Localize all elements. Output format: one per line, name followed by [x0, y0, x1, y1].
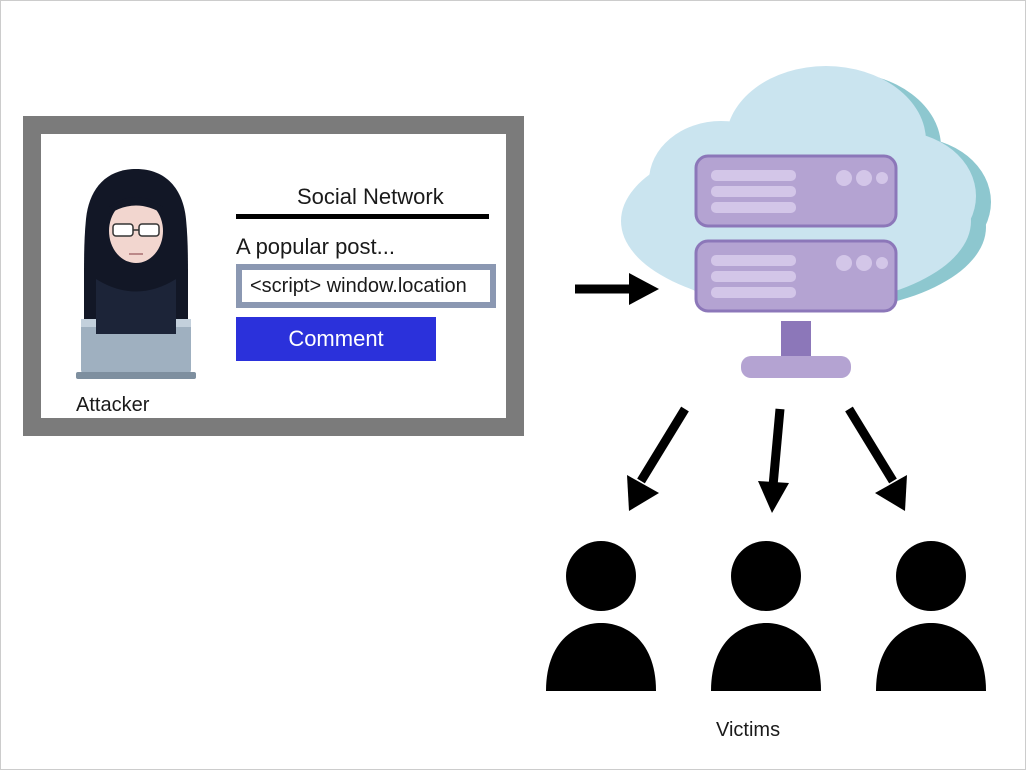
social-network-title: Social Network — [297, 184, 444, 210]
comment-button[interactable]: Comment — [236, 317, 436, 361]
title-underline — [236, 214, 489, 219]
comment-input[interactable]: <script> window.location — [236, 264, 496, 308]
arrow-down-icon — [756, 401, 796, 526]
attacker-panel: Attacker Social Network A popular post..… — [23, 116, 524, 436]
victims-label: Victims — [716, 719, 780, 742]
user-icon — [696, 531, 836, 691]
comment-button-label: Comment — [288, 326, 383, 352]
user-icon — [531, 531, 671, 691]
comment-input-value: <script> window.location — [250, 275, 467, 298]
attacker-label: Attacker — [76, 394, 149, 417]
victims-group — [531, 531, 1001, 701]
arrow-down-right-icon — [831, 399, 921, 524]
post-title: A popular post... — [236, 234, 395, 260]
user-icon — [861, 531, 1001, 691]
arrow-down-left-icon — [613, 399, 703, 524]
attacker-icon — [51, 159, 221, 379]
cloud-server-icon — [601, 61, 1001, 391]
